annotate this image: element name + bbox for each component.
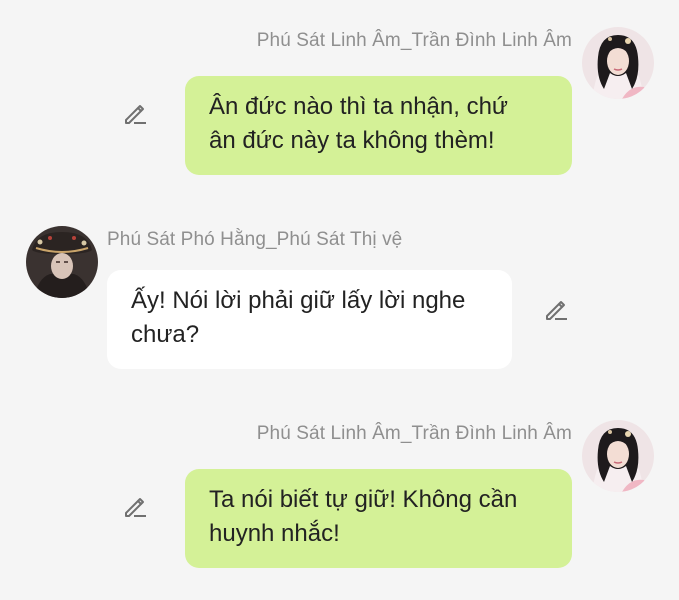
message-bubble[interactable]: Ân đức nào thì ta nhận, chứ ân đức này t…: [185, 76, 572, 175]
avatar[interactable]: [26, 226, 98, 298]
chat-message: Phú Sát Linh Âm_Trần Đình Linh Âm Ta nói…: [0, 390, 679, 600]
avatar[interactable]: [582, 420, 654, 492]
sender-name: Phú Sát Phó Hằng_Phú Sát Thị vệ: [107, 229, 403, 250]
pencil-icon[interactable]: [122, 101, 148, 127]
pencil-icon[interactable]: [543, 297, 569, 323]
female-avatar-icon: [582, 27, 654, 99]
female-avatar-icon: [582, 420, 654, 492]
chat-message: Phú Sát Linh Âm_Trần Đình Linh Âm Ân đức…: [0, 0, 679, 190]
avatar[interactable]: [582, 27, 654, 99]
chat-message: Phú Sát Phó Hằng_Phú Sát Thị vệ Ấy! Nói …: [0, 190, 679, 390]
message-bubble[interactable]: Ta nói biết tự giữ! Không cần huynh nhắc…: [185, 469, 572, 568]
sender-name: Phú Sát Linh Âm_Trần Đình Linh Âm: [256, 423, 572, 444]
male-avatar-icon: [26, 226, 98, 298]
pencil-icon[interactable]: [122, 494, 148, 520]
message-bubble[interactable]: Ấy! Nói lời phải giữ lấy lời nghe chưa?: [107, 270, 512, 369]
sender-name: Phú Sát Linh Âm_Trần Đình Linh Âm: [256, 30, 572, 51]
